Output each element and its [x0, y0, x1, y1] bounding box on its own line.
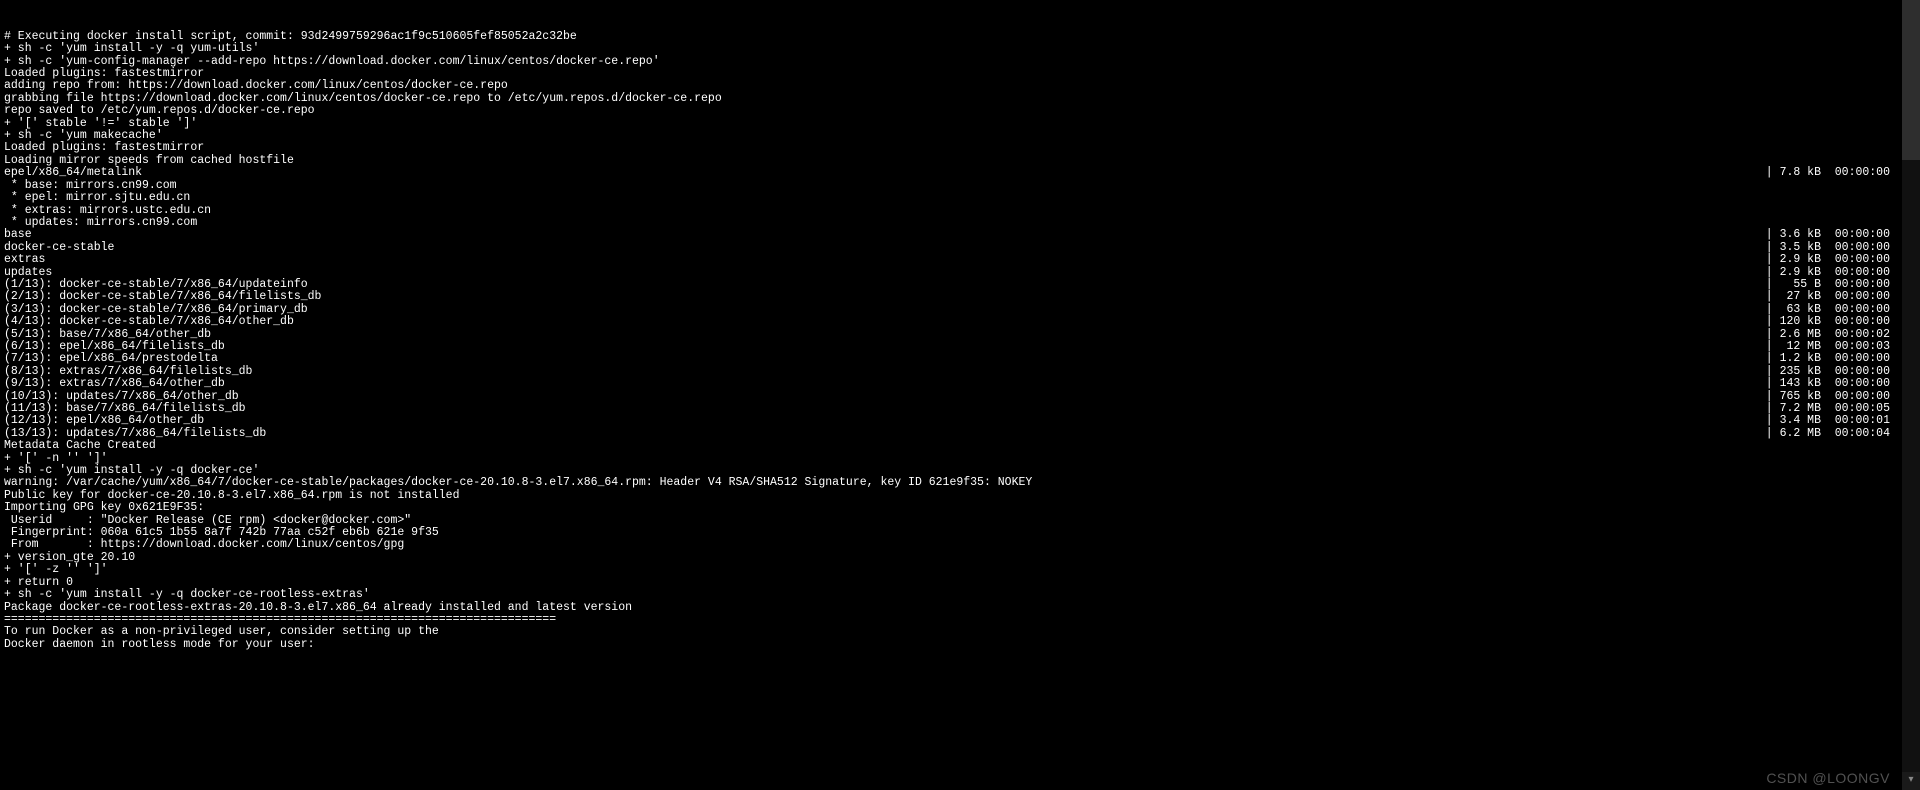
terminal-line: Docker daemon in rootless mode for your … — [4, 639, 1916, 651]
terminal-line: Importing GPG key 0x621E9F35: — [4, 502, 1916, 514]
watermark: CSDN @LOONGV — [1766, 772, 1890, 784]
line-left: warning: /var/cache/yum/x86_64/7/docker-… — [4, 477, 1032, 489]
terminal-line: Metadata Cache Created — [4, 440, 1916, 452]
terminal-line: (5/13): base/7/x86_64/other_db| 2.6 MB 0… — [4, 329, 1916, 341]
terminal-line: Public key for docker-ce-20.10.8-3.el7.x… — [4, 490, 1916, 502]
line-right: | 235 kB 00:00:00 — [252, 366, 1916, 378]
terminal-line: extras| 2.9 kB 00:00:00 — [4, 254, 1916, 266]
terminal-line: warning: /var/cache/yum/x86_64/7/docker-… — [4, 477, 1916, 489]
line-right: | 2.6 MB 00:00:02 — [211, 329, 1916, 341]
terminal-line: base| 3.6 kB 00:00:00 — [4, 229, 1916, 241]
line-left: (4/13): docker-ce-stable/7/x86_64/other_… — [4, 316, 294, 328]
terminal-line: * base: mirrors.cn99.com — [4, 180, 1916, 192]
terminal-line: docker-ce-stable| 3.5 kB 00:00:00 — [4, 242, 1916, 254]
line-right: | 3.5 kB 00:00:00 — [114, 242, 1916, 254]
line-left: * updates: mirrors.cn99.com — [4, 217, 197, 229]
terminal-line: + sh -c 'yum install -y -q docker-ce-roo… — [4, 589, 1916, 601]
terminal-line: (2/13): docker-ce-stable/7/x86_64/fileli… — [4, 291, 1916, 303]
line-left: + sh -c 'yum install -y -q docker-ce-roo… — [4, 589, 370, 601]
line-right: | 63 kB 00:00:00 — [308, 304, 1916, 316]
line-left: epel/x86_64/metalink — [4, 167, 142, 179]
line-left: * epel: mirror.sjtu.edu.cn — [4, 192, 190, 204]
line-right: | 765 kB 00:00:00 — [239, 391, 1916, 403]
line-right: | 12 MB 00:00:03 — [225, 341, 1916, 353]
line-right: | 27 kB 00:00:00 — [321, 291, 1916, 303]
line-left: (7/13): epel/x86_64/prestodelta — [4, 353, 218, 365]
line-left: base — [4, 229, 32, 241]
line-left: repo saved to /etc/yum.repos.d/docker-ce… — [4, 105, 315, 117]
terminal-line: To run Docker as a non-privileged user, … — [4, 626, 1916, 638]
terminal-line: (12/13): epel/x86_64/other_db| 3.4 MB 00… — [4, 415, 1916, 427]
terminal-line: adding repo from: https://download.docke… — [4, 80, 1916, 92]
terminal-line: (8/13): extras/7/x86_64/filelists_db| 23… — [4, 366, 1916, 378]
terminal-line: + '[' -z '' ']' — [4, 564, 1916, 576]
terminal-line: From : https://download.docker.com/linux… — [4, 539, 1916, 551]
line-left: Docker daemon in rootless mode for your … — [4, 639, 315, 651]
line-left: Loaded plugins: fastestmirror — [4, 142, 204, 154]
terminal-output: # Executing docker install script, commi… — [4, 31, 1916, 651]
terminal-line: (13/13): updates/7/x86_64/filelists_db| … — [4, 428, 1916, 440]
terminal-line: + '[' stable '!=' stable ']' — [4, 118, 1916, 130]
terminal-line: + '[' -n '' ']' — [4, 453, 1916, 465]
line-right: | 143 kB 00:00:00 — [225, 378, 1916, 390]
terminal-line: + sh -c 'yum makecache' — [4, 130, 1916, 142]
line-left: + '[' -z '' ']' — [4, 564, 108, 576]
terminal-line: * epel: mirror.sjtu.edu.cn — [4, 192, 1916, 204]
line-left: (2/13): docker-ce-stable/7/x86_64/fileli… — [4, 291, 321, 303]
terminal-window[interactable]: # Executing docker install script, commi… — [0, 0, 1920, 790]
line-left: From : https://download.docker.com/linux… — [4, 539, 404, 551]
line-right: | 2.9 kB 00:00:00 — [52, 267, 1916, 279]
terminal-line: (9/13): extras/7/x86_64/other_db| 143 kB… — [4, 378, 1916, 390]
terminal-line: epel/x86_64/metalink| 7.8 kB 00:00:00 — [4, 167, 1916, 179]
line-right: | 120 kB 00:00:00 — [294, 316, 1916, 328]
line-right: | 7.8 kB 00:00:00 — [142, 167, 1916, 179]
terminal-line: * updates: mirrors.cn99.com — [4, 217, 1916, 229]
line-right: | 1.2 kB 00:00:00 — [218, 353, 1916, 365]
line-right: | 6.2 MB 00:00:04 — [266, 428, 1916, 440]
line-left: adding repo from: https://download.docke… — [4, 80, 508, 92]
scrollbar-thumb[interactable] — [1902, 0, 1920, 160]
terminal-line: (10/13): updates/7/x86_64/other_db| 765 … — [4, 391, 1916, 403]
terminal-line: Loading mirror speeds from cached hostfi… — [4, 155, 1916, 167]
scroll-down-arrow-icon[interactable]: ▾ — [1902, 772, 1920, 790]
terminal-line: # Executing docker install script, commi… — [4, 31, 1916, 43]
terminal-line: (4/13): docker-ce-stable/7/x86_64/other_… — [4, 316, 1916, 328]
terminal-line: + sh -c 'yum-config-manager --add-repo h… — [4, 56, 1916, 68]
line-left: extras — [4, 254, 45, 266]
terminal-line: repo saved to /etc/yum.repos.d/docker-ce… — [4, 105, 1916, 117]
line-left: Importing GPG key 0x621E9F35: — [4, 502, 204, 514]
terminal-line: (7/13): epel/x86_64/prestodelta| 1.2 kB … — [4, 353, 1916, 365]
line-left: + sh -c 'yum install -y -q yum-utils' — [4, 43, 259, 55]
terminal-line: + version_gte 20.10 — [4, 552, 1916, 564]
line-right: | 7.2 MB 00:00:05 — [246, 403, 1916, 415]
terminal-line: (6/13): epel/x86_64/filelists_db| 12 MB … — [4, 341, 1916, 353]
terminal-line: Loaded plugins: fastestmirror — [4, 142, 1916, 154]
line-right: | 2.9 kB 00:00:00 — [45, 254, 1916, 266]
scrollbar-track[interactable]: ▴ ▾ — [1902, 0, 1920, 790]
line-left: To run Docker as a non-privileged user, … — [4, 626, 439, 638]
terminal-line: * extras: mirrors.ustc.edu.cn — [4, 205, 1916, 217]
line-left: (9/13): extras/7/x86_64/other_db — [4, 378, 225, 390]
line-right: | 3.4 MB 00:00:01 — [204, 415, 1916, 427]
terminal-line: + sh -c 'yum install -y -q yum-utils' — [4, 43, 1916, 55]
line-left: Metadata Cache Created — [4, 440, 156, 452]
terminal-line: (11/13): base/7/x86_64/filelists_db| 7.2… — [4, 403, 1916, 415]
line-right: | 55 B 00:00:00 — [308, 279, 1916, 291]
line-left: (12/13): epel/x86_64/other_db — [4, 415, 204, 427]
line-right: | 3.6 kB 00:00:00 — [32, 229, 1916, 241]
